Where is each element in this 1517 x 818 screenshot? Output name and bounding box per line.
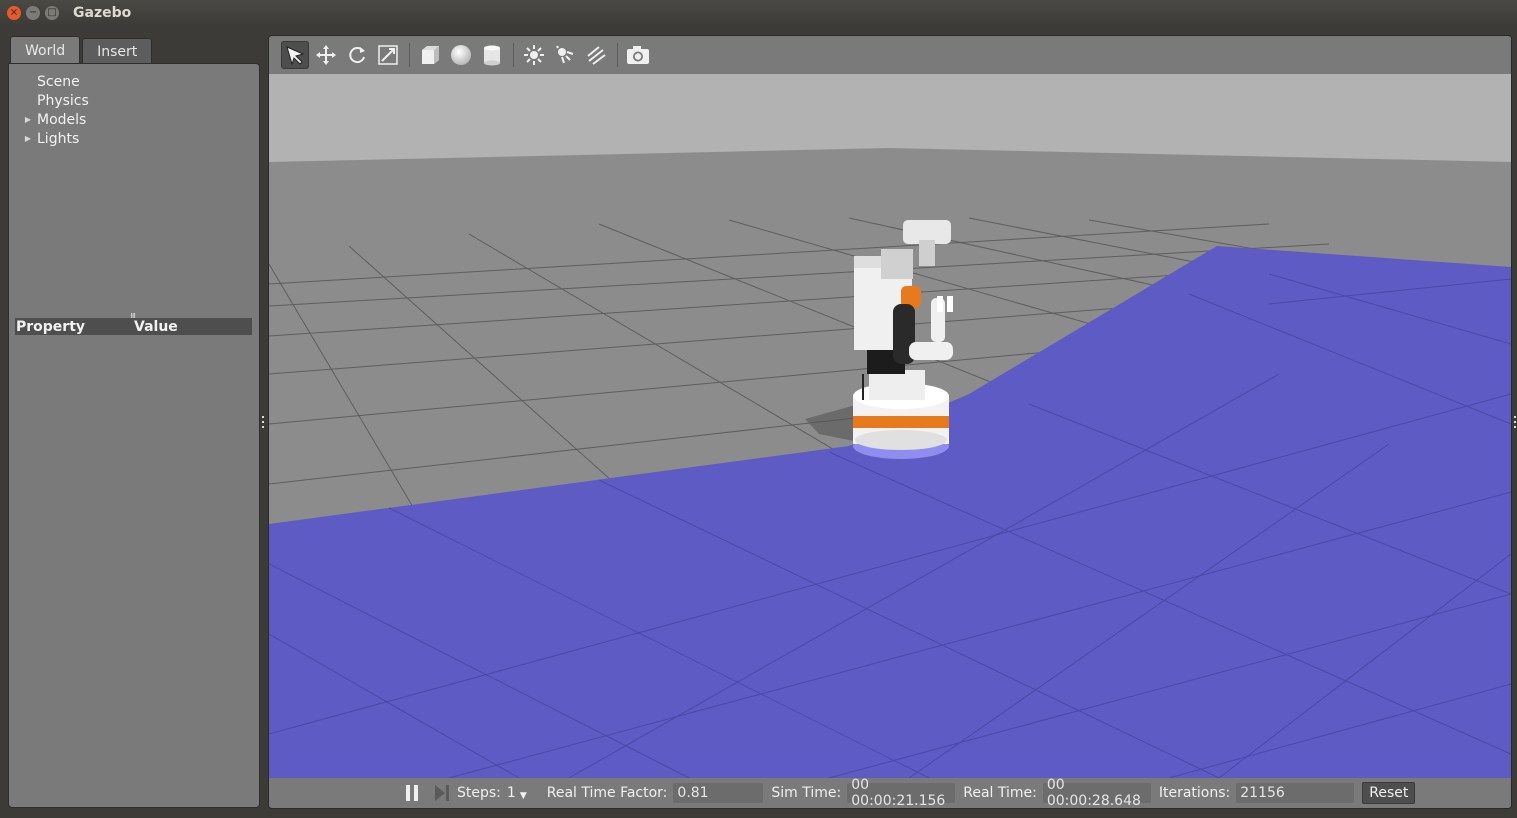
select-mode-button[interactable] bbox=[281, 41, 309, 69]
toolbar bbox=[269, 36, 1511, 74]
steps-dropdown-icon[interactable]: ▼ bbox=[520, 791, 527, 801]
toolbar-separator bbox=[513, 43, 514, 67]
maximize-icon: □ bbox=[47, 7, 57, 18]
sphere-icon bbox=[451, 45, 471, 65]
scale-icon bbox=[378, 45, 398, 65]
camera-icon bbox=[627, 46, 649, 64]
rotate-icon bbox=[349, 47, 365, 64]
scale-mode-button[interactable] bbox=[374, 41, 402, 69]
spot-light-icon bbox=[556, 45, 574, 64]
title-bar: × − □ Gazebo bbox=[0, 0, 1517, 26]
iterations-field: 21156 bbox=[1236, 783, 1355, 803]
scene-render[interactable] bbox=[269, 74, 1511, 778]
left-panel: World Insert Scene Physics ▶ Models ▶ Li… bbox=[8, 36, 260, 808]
move-arrows-icon bbox=[316, 45, 336, 65]
pause-icon bbox=[406, 785, 418, 801]
tree-item-label: Physics bbox=[37, 92, 89, 109]
point-light-button[interactable] bbox=[520, 41, 548, 69]
tree-item-scene[interactable]: Scene bbox=[9, 72, 259, 91]
directional-light-icon bbox=[587, 46, 606, 65]
step-forward-icon bbox=[435, 785, 449, 801]
window-title: Gazebo bbox=[73, 5, 132, 21]
insert-cylinder-button[interactable] bbox=[478, 41, 506, 69]
insert-sphere-button[interactable] bbox=[447, 41, 475, 69]
rotate-mode-button[interactable] bbox=[343, 41, 371, 69]
toolbar-separator bbox=[617, 43, 618, 67]
expand-arrow-icon[interactable]: ▶ bbox=[9, 134, 37, 143]
arrow-cursor-icon bbox=[286, 46, 305, 66]
real-time-factor-label: Real Time Factor: bbox=[546, 785, 668, 801]
real-time-factor-field: 0.81 bbox=[673, 783, 764, 803]
minimize-window-button[interactable]: − bbox=[26, 6, 40, 20]
value-column-header: Value bbox=[134, 318, 178, 335]
directional-light-button[interactable] bbox=[582, 41, 610, 69]
step-button[interactable] bbox=[429, 784, 455, 802]
point-light-icon bbox=[524, 45, 544, 65]
close-window-button[interactable]: × bbox=[7, 6, 21, 20]
minimize-icon: − bbox=[28, 7, 38, 18]
tree-item-models[interactable]: ▶ Models bbox=[9, 110, 259, 129]
3d-viewport[interactable] bbox=[269, 74, 1511, 778]
tab-world[interactable]: World bbox=[10, 36, 81, 64]
world-panel: Scene Physics ▶ Models ▶ Lights ||| Prop… bbox=[8, 63, 260, 808]
real-time-label: Real Time: bbox=[963, 785, 1037, 801]
cylinder-icon bbox=[484, 45, 500, 66]
insert-box-button[interactable] bbox=[416, 41, 444, 69]
reset-button[interactable]: Reset bbox=[1362, 782, 1416, 804]
iterations-label: Iterations: bbox=[1158, 785, 1231, 801]
right-splitter-grip-icon[interactable] bbox=[1513, 416, 1517, 428]
toolbar-separator bbox=[409, 43, 410, 67]
tree-item-label: Models bbox=[37, 111, 87, 128]
maximize-window-button[interactable]: □ bbox=[45, 6, 59, 20]
real-time-field: 00 00:00:28.648 bbox=[1042, 777, 1151, 808]
tree-item-lights[interactable]: ▶ Lights bbox=[9, 129, 259, 148]
left-panel-tabs: World Insert bbox=[10, 36, 153, 64]
tab-insert[interactable]: Insert bbox=[82, 38, 153, 64]
sim-time-field: 00 00:00:21.156 bbox=[847, 777, 956, 808]
tree-item-physics[interactable]: Physics bbox=[9, 91, 259, 110]
sim-time-label: Sim Time: bbox=[771, 785, 842, 801]
property-table-header: Property Value bbox=[15, 318, 252, 335]
left-splitter-grip-icon[interactable] bbox=[261, 416, 265, 428]
steps-value[interactable]: 1 bbox=[507, 785, 516, 801]
property-column-header: Property bbox=[16, 318, 86, 335]
simulation-status-bar: Steps: 1 ▼ Real Time Factor: 0.81 Sim Ti… bbox=[269, 777, 1511, 808]
close-icon: × bbox=[9, 7, 19, 18]
spot-light-button[interactable] bbox=[551, 41, 579, 69]
translate-mode-button[interactable] bbox=[312, 41, 340, 69]
screenshot-button[interactable] bbox=[624, 41, 652, 69]
steps-label: Steps: bbox=[457, 785, 501, 801]
render-area: Steps: 1 ▼ Real Time Factor: 0.81 Sim Ti… bbox=[268, 35, 1512, 809]
box-icon bbox=[422, 46, 439, 64]
world-tree: Scene Physics ▶ Models ▶ Lights bbox=[9, 72, 259, 148]
tree-item-label: Scene bbox=[37, 73, 80, 90]
expand-arrow-icon[interactable]: ▶ bbox=[9, 115, 37, 124]
tree-item-label: Lights bbox=[37, 130, 80, 147]
pause-button[interactable] bbox=[399, 784, 425, 802]
